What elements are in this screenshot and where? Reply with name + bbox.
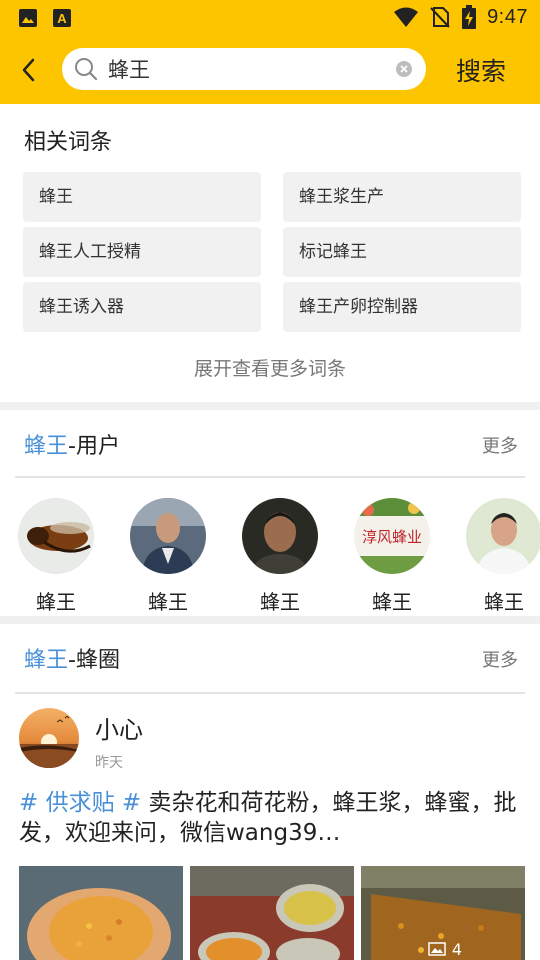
search-button[interactable]: 搜索 [456, 52, 506, 88]
related-term-chip[interactable]: 蜂王浆生产 [283, 172, 521, 222]
post-image[interactable] [190, 866, 354, 960]
related-term-chip[interactable]: 蜂王 [23, 172, 261, 222]
user-name: 蜂王 [260, 590, 300, 614]
wifi-icon [394, 7, 419, 27]
user-item[interactable]: 蜂王 [130, 498, 206, 615]
post-time: 昨天 [95, 755, 123, 771]
user-name: 蜂王 [148, 590, 188, 614]
user-item[interactable]: 蜂王 [466, 498, 540, 615]
avatar [130, 498, 206, 574]
users-section-suffix: -用户 [68, 434, 120, 459]
related-term-chip[interactable]: 标记蜂王 [283, 227, 521, 277]
search-input[interactable] [108, 48, 388, 90]
search-box[interactable] [62, 48, 426, 90]
search-header: 搜索 [0, 36, 540, 104]
status-bar: A 9:47 [0, 0, 540, 36]
expand-more-terms-button[interactable]: 展开查看更多词条 [0, 354, 540, 381]
user-name: 蜂王 [372, 590, 412, 614]
post-text[interactable]: # 供求贴 # 卖杂花和荷花粉，蜂王浆，蜂蜜，批发，欢迎来问，微信wang39… [19, 788, 523, 848]
avatar [466, 498, 540, 574]
divider [15, 692, 525, 694]
keyword-highlight: 蜂王 [24, 434, 69, 459]
avatar [18, 498, 94, 574]
related-term-chip[interactable]: 蜂王产卵控制器 [283, 282, 521, 332]
circle-section: 蜂王-蜂圈 更多 小心 昨天 # 供求贴 # 卖杂花和荷花粉，蜂王浆，蜂蜜，批发… [0, 624, 540, 960]
clear-icon[interactable] [396, 61, 412, 77]
gallery-notification-icon [19, 9, 37, 27]
no-sim-icon [430, 7, 450, 28]
font-notification-icon: A [53, 9, 71, 27]
user-item[interactable]: 蜂王 [242, 498, 318, 615]
battery-charging-icon [462, 5, 477, 29]
post-image[interactable] [19, 866, 183, 960]
related-terms-title: 相关词条 [24, 130, 113, 155]
clock: 9:47 [487, 5, 528, 28]
image-count: 4 [451, 939, 462, 959]
related-terms-section: 相关词条 蜂王 蜂王浆生产 蜂王人工授精 标记蜂王 蜂王诱入器 蜂王产卵控制器 … [0, 104, 540, 402]
avatar-brand-text: 淳风蜂业 [362, 528, 422, 546]
user-name: 蜂王 [484, 590, 524, 614]
user-item[interactable]: 蜂王 [18, 498, 94, 615]
poster-name[interactable]: 小心 [95, 710, 143, 745]
user-name: 蜂王 [36, 590, 76, 614]
users-more-link[interactable]: 更多 [482, 432, 518, 458]
topic-tag[interactable]: # 供求贴 # [19, 790, 141, 816]
user-item[interactable]: 淳风蜂业 蜂王 [354, 498, 430, 615]
users-section: 蜂王-用户 更多 蜂王 蜂王 蜂王 淳风蜂业 蜂王 蜂王 [0, 410, 540, 616]
users-section-title: 蜂王-用户 [24, 428, 120, 460]
keyword-highlight: 蜂王 [24, 648, 69, 673]
related-term-chip[interactable]: 蜂王诱入器 [23, 282, 261, 332]
image-count-badge: 4 [428, 939, 462, 959]
divider [15, 476, 525, 478]
avatar [242, 498, 318, 574]
avatar: 淳风蜂业 [354, 498, 430, 574]
search-icon [75, 58, 98, 81]
circle-section-suffix: -蜂圈 [68, 648, 120, 673]
circle-section-title: 蜂王-蜂圈 [24, 642, 120, 674]
svg-text:A: A [57, 11, 67, 26]
circle-more-link[interactable]: 更多 [482, 646, 518, 672]
related-term-chip[interactable]: 蜂王人工授精 [23, 227, 261, 277]
poster-avatar[interactable] [19, 708, 79, 768]
image-icon [428, 942, 446, 956]
back-arrow-icon[interactable] [16, 56, 44, 84]
